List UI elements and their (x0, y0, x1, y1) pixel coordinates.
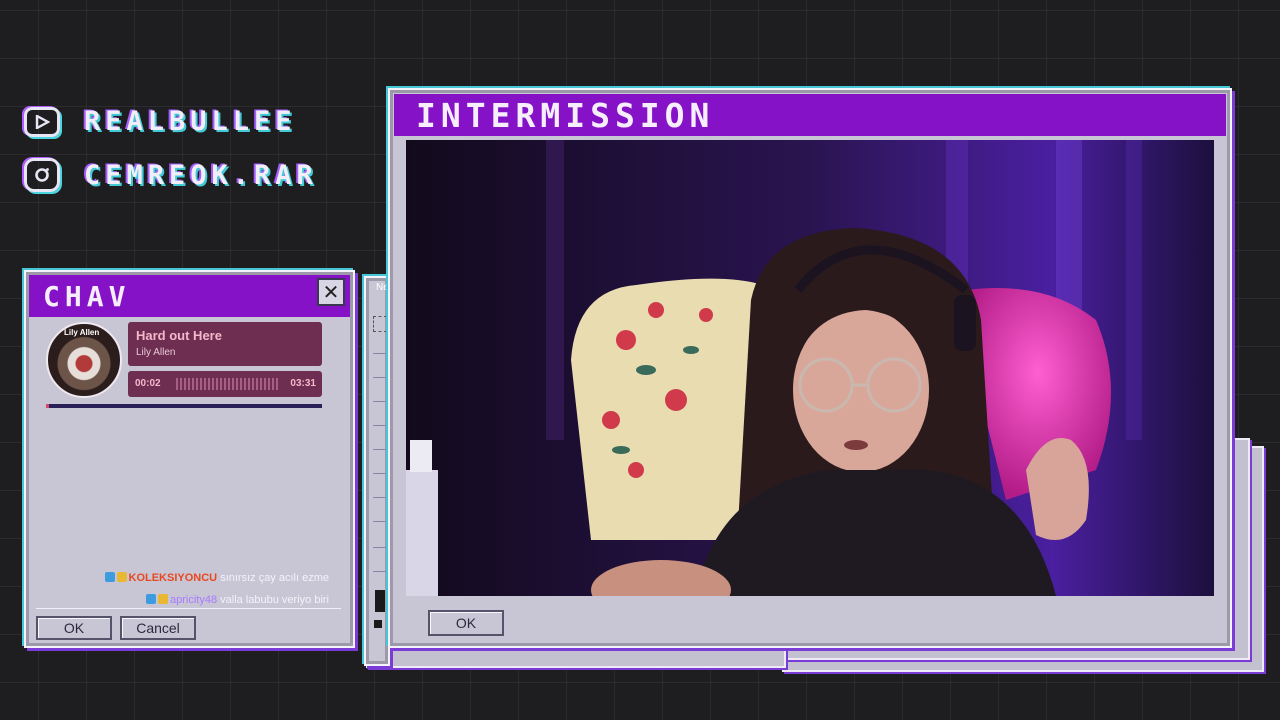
elapsed-time: 00:02 (135, 378, 161, 389)
toolbox-window: Ne (364, 276, 390, 666)
close-icon[interactable]: ✕ (317, 278, 345, 306)
chat-message: apricity48 valla labubu veriyo biri (146, 594, 329, 606)
color-swatch-small[interactable] (374, 620, 382, 628)
youtube-icon (24, 106, 60, 137)
chat-text: sınırsız çay acılı ezme (220, 572, 329, 584)
chat-message: KOLEKSIYONCU sınırsız çay acılı ezme (104, 572, 329, 584)
intermission-window: INTERMISSION OK (388, 88, 1232, 648)
playback-bar: 00:02 03:31 (128, 371, 322, 397)
text-tool-icon[interactable] (373, 532, 387, 548)
brush-tool-icon[interactable] (373, 458, 387, 474)
instagram-handle: CEMREOK.RAR (84, 159, 318, 191)
eraser-tool-icon[interactable] (373, 410, 387, 426)
toolbox-title: Ne (376, 282, 389, 293)
youtube-handle: REALBULLEE (84, 106, 297, 137)
webcam-feed (406, 140, 1214, 596)
waveform (176, 378, 280, 390)
color-swatch[interactable] (375, 590, 385, 612)
pen-tool-icon[interactable] (373, 506, 387, 522)
chat-username[interactable]: KOLEKSIYONCU (129, 572, 218, 584)
chat-username[interactable]: apricity48 (170, 594, 217, 606)
chat-text: valla labubu veriyo biri (220, 594, 329, 606)
instagram-handle-row: CEMREOK.RAR (24, 158, 318, 192)
album-art: Lily Allen (46, 322, 122, 398)
youtube-handle-row: REALBULLEE (24, 106, 297, 137)
pencil-tool-icon[interactable] (373, 386, 387, 402)
hand-tool-icon[interactable] (373, 556, 387, 572)
select-tool-icon[interactable] (373, 316, 387, 332)
badge-icon (104, 572, 115, 582)
song-artist: Lily Allen (136, 347, 176, 358)
crop-tool-icon[interactable] (373, 362, 387, 378)
chat-title: CHAV (29, 275, 350, 317)
pointer-tool-icon[interactable] (373, 482, 387, 498)
chat-window: CHAV ✕ Lily Allen Hard out Here Lily All… (24, 270, 355, 648)
fill-tool-icon[interactable] (373, 434, 387, 450)
progress-track[interactable] (46, 404, 322, 408)
duration-time: 03:31 (290, 378, 316, 389)
intermission-title: INTERMISSION (394, 94, 1226, 136)
chat-cancel-button[interactable]: Cancel (120, 616, 196, 640)
badge-icon (116, 572, 127, 582)
song-title: Hard out Here (136, 328, 222, 343)
now-playing-card: Hard out Here Lily Allen (128, 322, 322, 366)
badge-icon (146, 594, 157, 604)
cam-ok-button[interactable]: OK (428, 610, 504, 636)
album-label: Lily Allen (64, 328, 100, 337)
instagram-icon (24, 158, 60, 192)
progress-fill (46, 404, 49, 408)
chat-ok-button[interactable]: OK (36, 616, 112, 640)
chat-divider (36, 608, 341, 609)
lasso-tool-icon[interactable] (373, 338, 387, 354)
badge-icon (158, 594, 169, 604)
chat-title-text: CHAV (43, 280, 131, 313)
